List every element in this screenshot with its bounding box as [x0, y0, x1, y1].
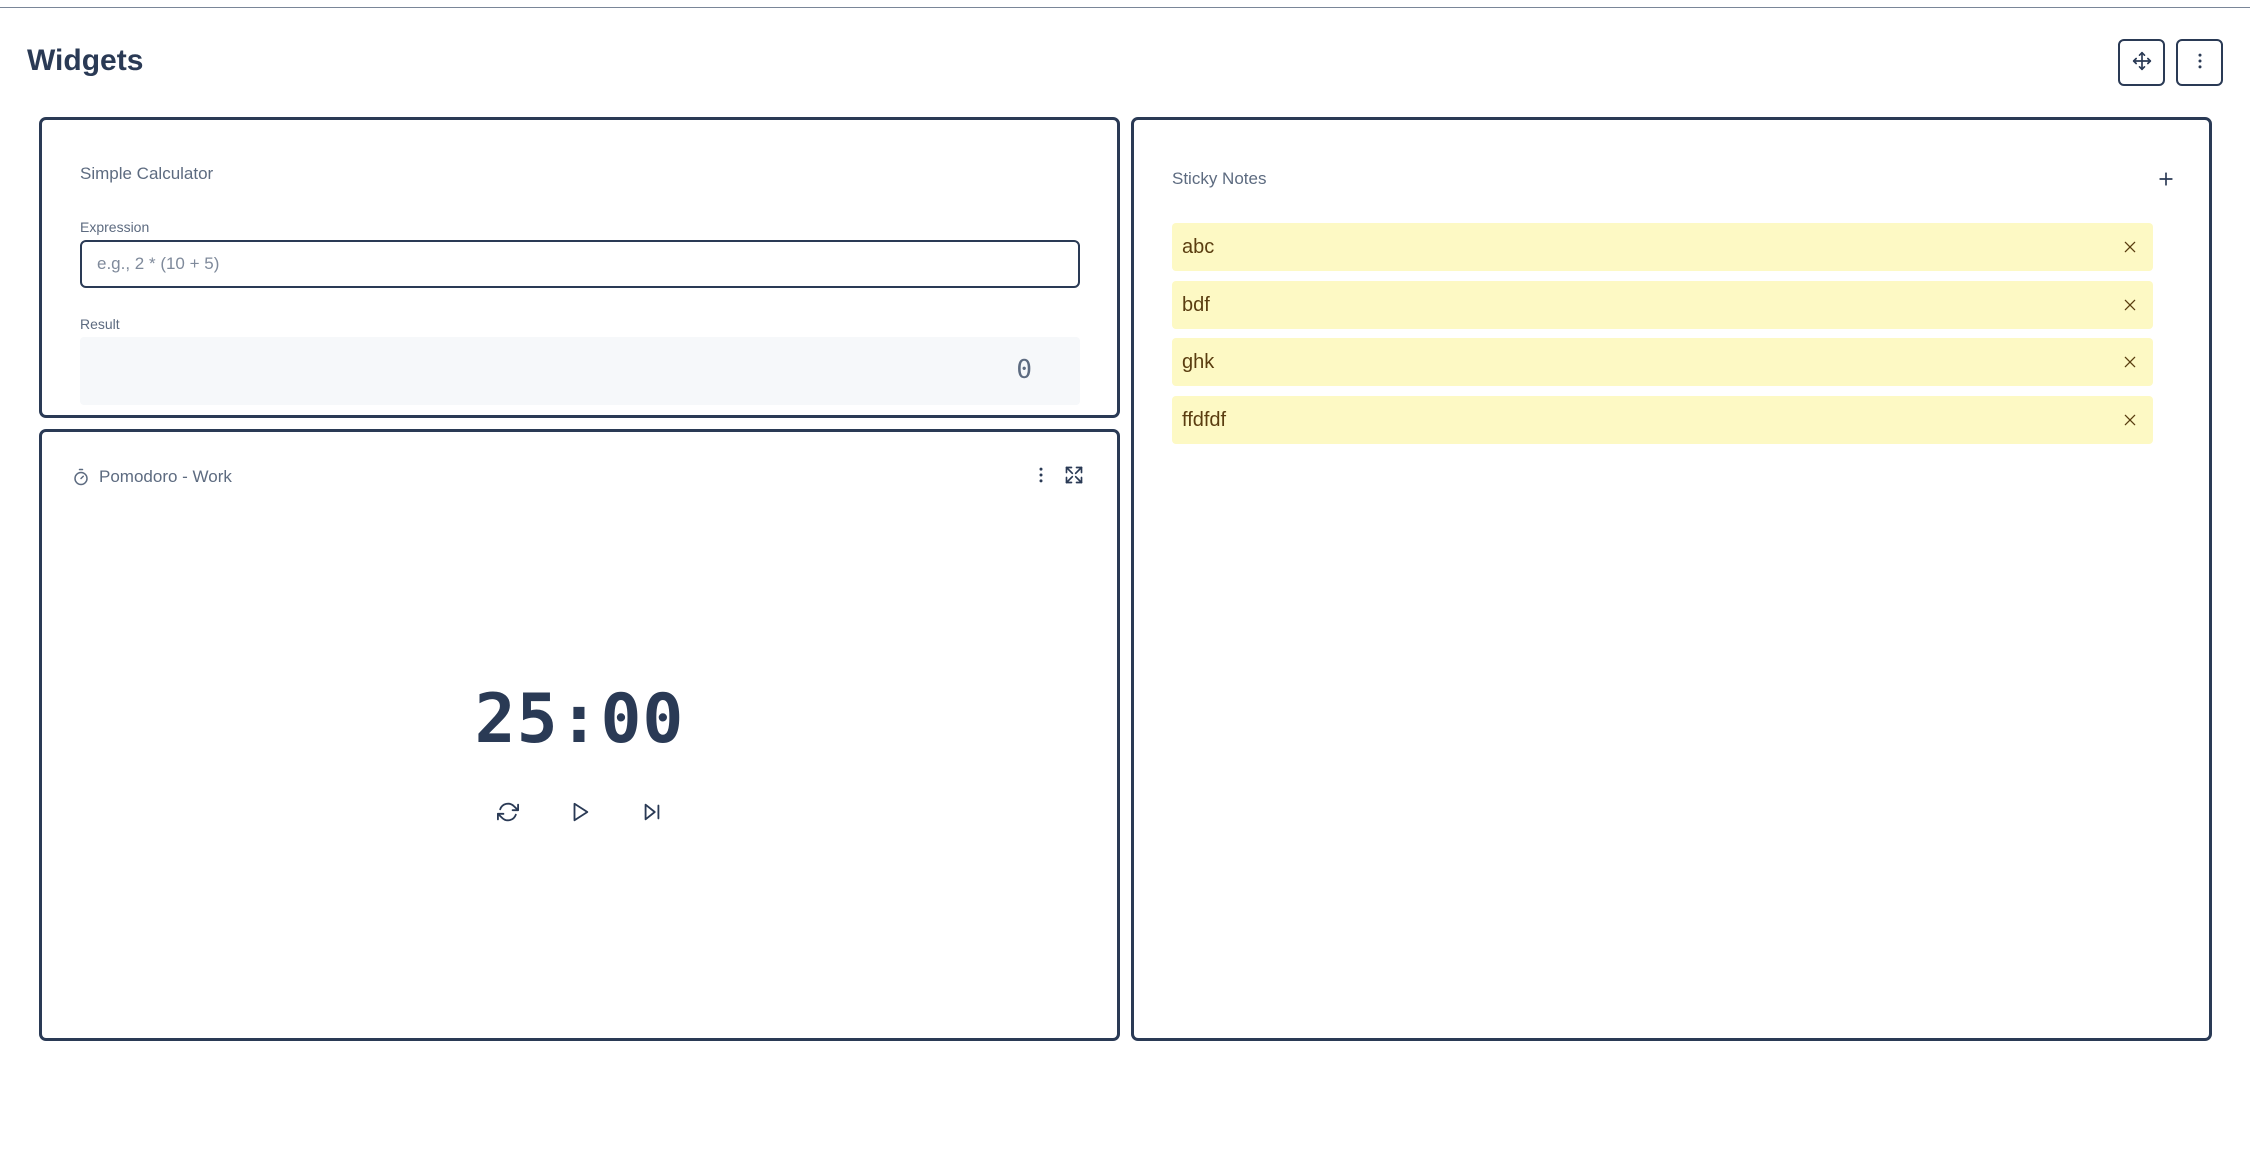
note-text: bdf: [1182, 293, 1210, 316]
top-divider: [0, 7, 2250, 8]
pomodoro-menu-button[interactable]: [1029, 465, 1053, 489]
more-vertical-icon: [2190, 51, 2210, 74]
more-options-button[interactable]: [2176, 39, 2223, 86]
close-icon: [2124, 299, 2136, 311]
pomodoro-header: Pomodoro - Work: [72, 467, 232, 487]
delete-note-button[interactable]: [2117, 234, 2143, 260]
reset-icon: [497, 801, 519, 828]
close-icon: [2124, 356, 2136, 368]
sticky-note[interactable]: bdf: [1172, 281, 2153, 329]
result-display: 0: [80, 337, 1080, 405]
close-icon: [2124, 241, 2136, 253]
pomodoro-widget: Pomodoro - Work 25:00: [39, 429, 1120, 1041]
skip-forward-icon: [641, 801, 663, 828]
sticky-note[interactable]: abc: [1172, 223, 2153, 271]
result-value: 0: [1016, 355, 1032, 385]
skip-button[interactable]: [637, 799, 667, 829]
play-icon: [569, 801, 591, 828]
note-text: ghk: [1182, 350, 1215, 373]
reset-button[interactable]: [493, 799, 523, 829]
more-vertical-icon: [1031, 465, 1051, 490]
sticky-note[interactable]: ffdfdf: [1172, 396, 2153, 444]
move-icon: [2132, 51, 2152, 74]
pomodoro-title: Pomodoro - Work: [99, 467, 232, 486]
note-text: ffdfdf: [1182, 408, 1227, 431]
expand-icon: [1064, 465, 1084, 490]
close-icon: [2124, 414, 2136, 426]
plus-icon: [2156, 169, 2176, 194]
delete-note-button[interactable]: [2117, 407, 2143, 433]
delete-note-button[interactable]: [2117, 292, 2143, 318]
timer-icon: [72, 468, 90, 486]
sticky-notes-title: Sticky Notes: [1172, 169, 1267, 188]
sticky-notes-widget: Sticky Notes abc bdf ghk ffdfdf: [1131, 117, 2212, 1041]
calculator-title: Simple Calculator: [80, 164, 214, 183]
delete-note-button[interactable]: [2117, 349, 2143, 375]
expression-input[interactable]: [80, 240, 1080, 288]
play-button[interactable]: [565, 799, 595, 829]
timer-display: 25:00: [474, 680, 685, 759]
page-title: Widgets: [27, 44, 144, 77]
expression-label: Expression: [80, 219, 150, 235]
result-label: Result: [80, 316, 120, 332]
add-note-button[interactable]: [2152, 167, 2180, 195]
pomodoro-fullscreen-button[interactable]: [1062, 465, 1086, 489]
move-widgets-button[interactable]: [2118, 39, 2165, 86]
sticky-note[interactable]: ghk: [1172, 338, 2153, 386]
calculator-widget: Simple Calculator Expression Result 0: [39, 117, 1120, 418]
note-text: abc: [1182, 235, 1215, 258]
